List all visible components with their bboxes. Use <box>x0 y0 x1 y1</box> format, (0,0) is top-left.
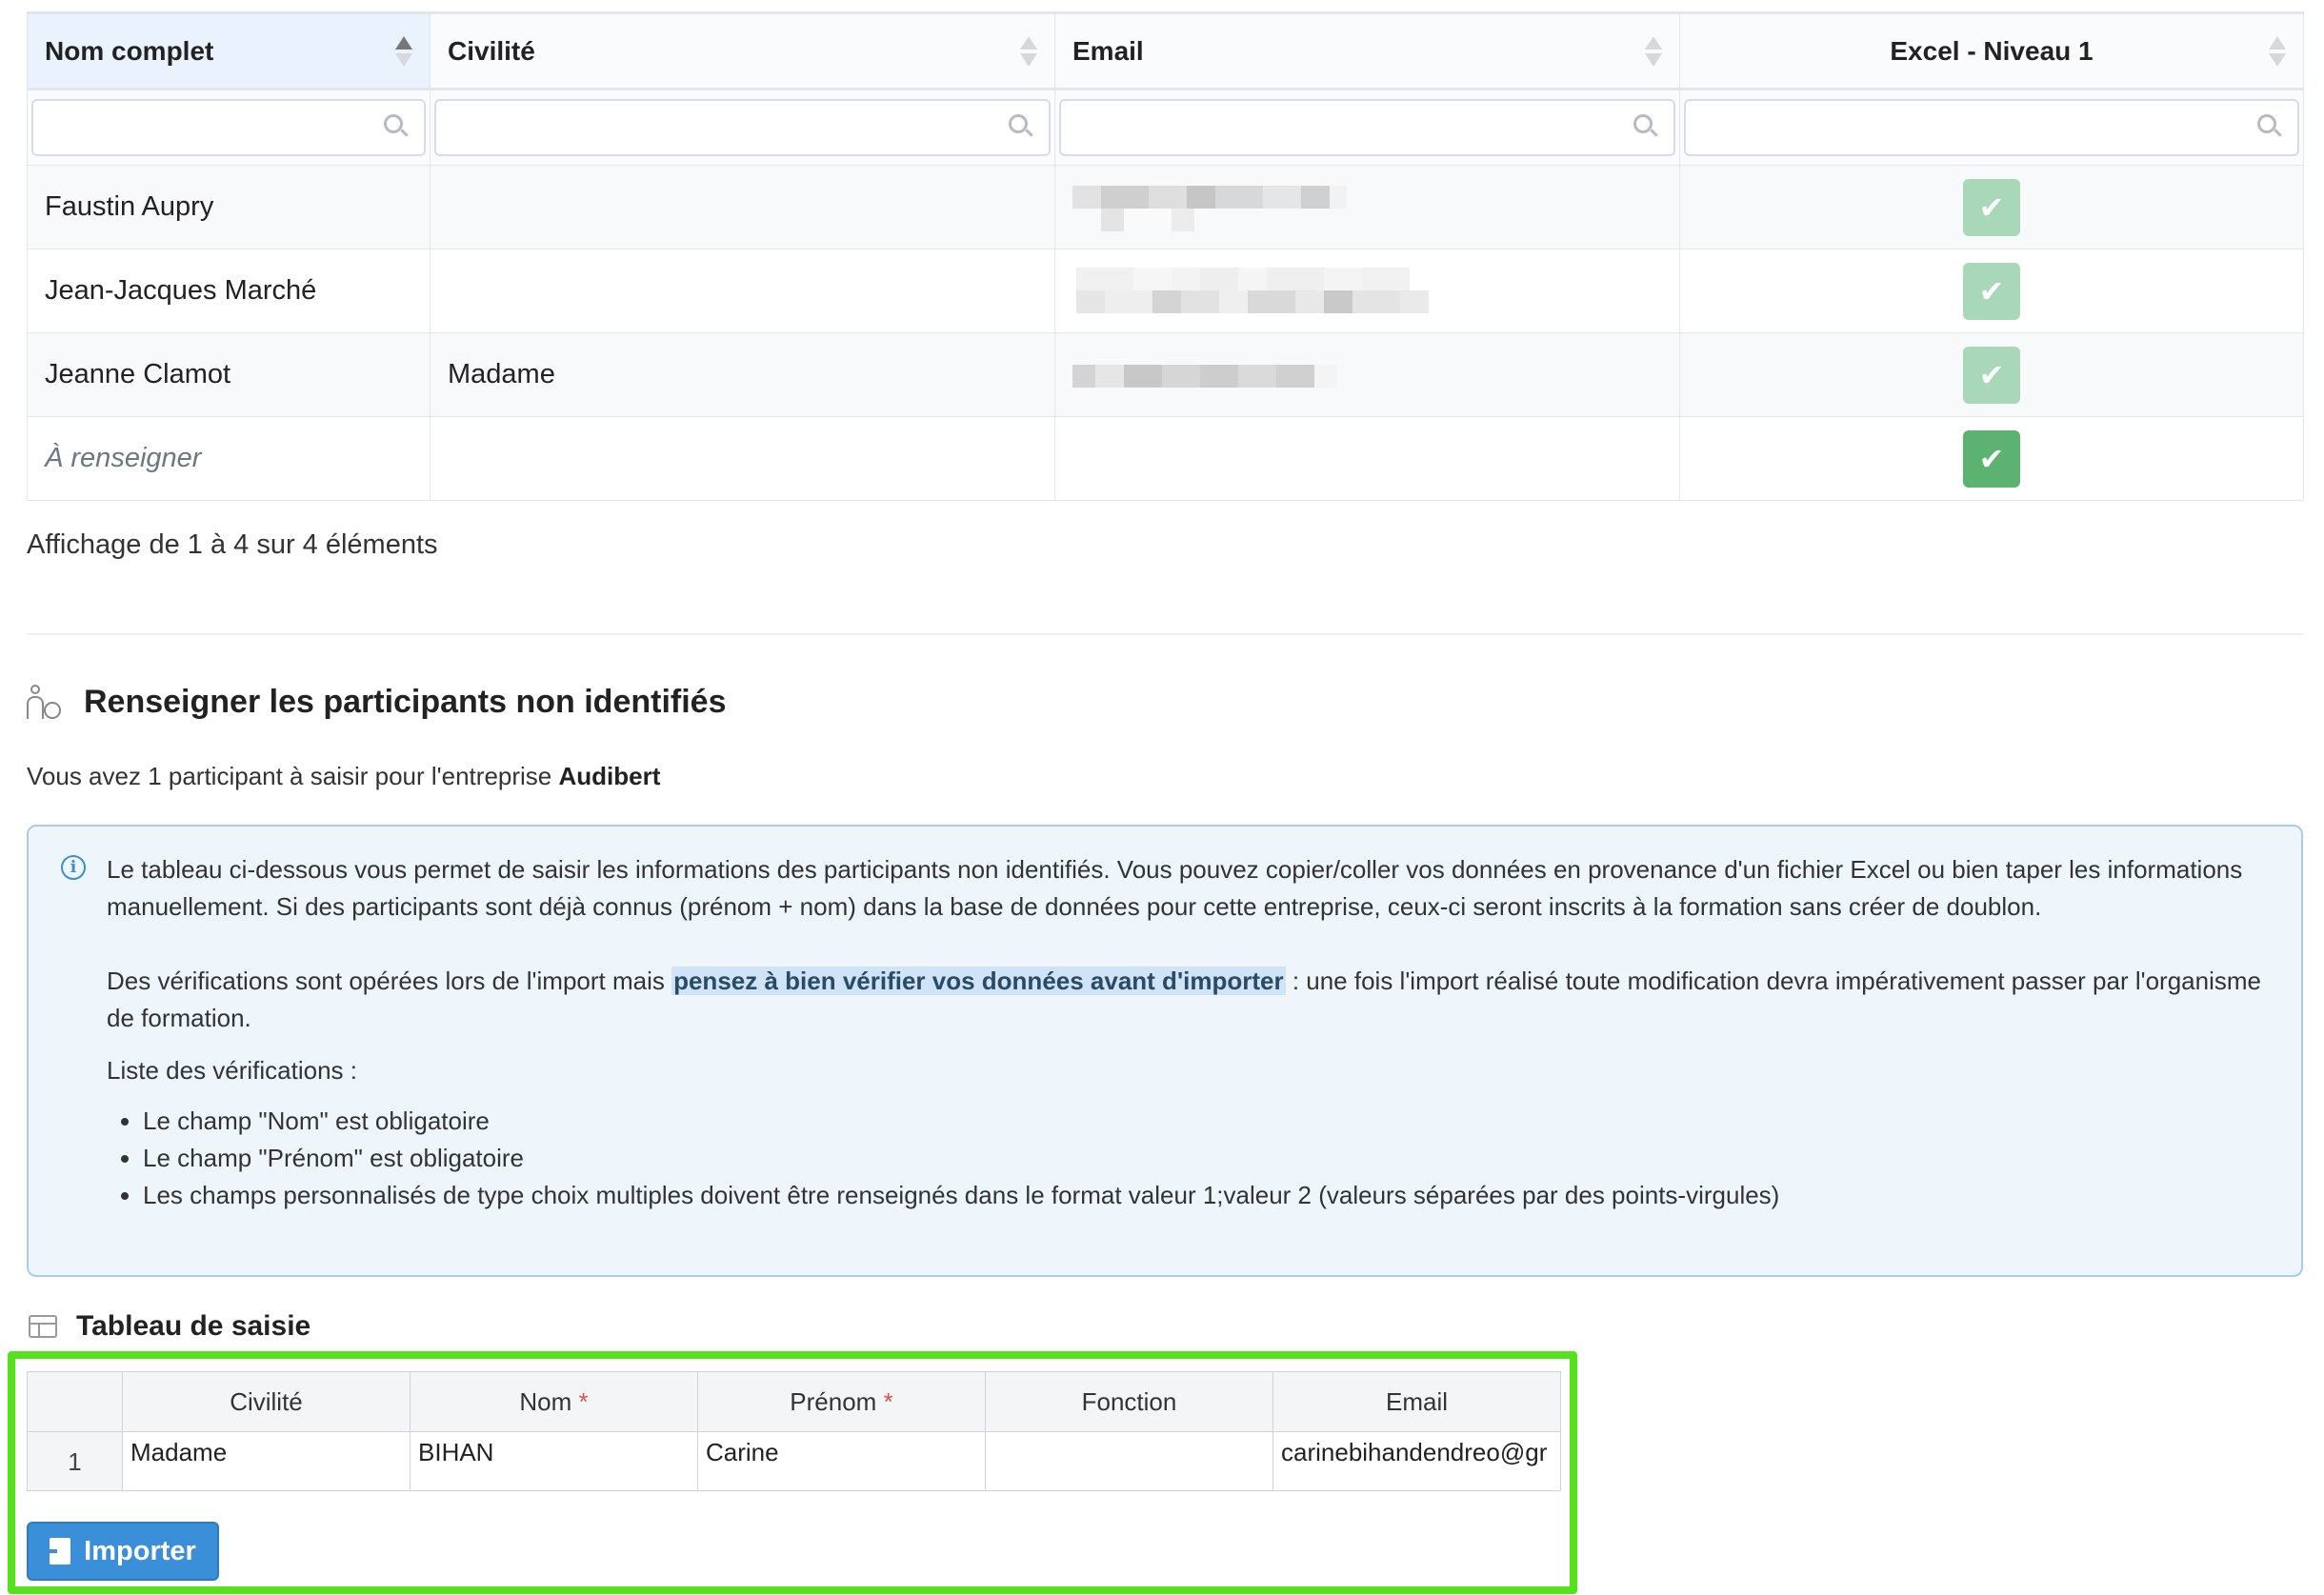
column-header-civility[interactable]: Civilité <box>122 1371 411 1432</box>
checkmark-icon: ✔ <box>1963 262 2020 320</box>
column-header-label: Email <box>1072 35 1144 66</box>
column-header-first-name[interactable]: Prénom * <box>697 1371 986 1432</box>
search-icon <box>384 114 409 139</box>
cell-email-blurred <box>1054 332 1680 417</box>
section-intro: Vous avez 1 participant à saisir pour l'… <box>27 762 660 791</box>
intro-text: Vous avez 1 participant à saisir pour l'… <box>27 762 559 790</box>
cell-full-name: Jeanne Clamot <box>27 332 431 417</box>
filter-input-full-name[interactable] <box>31 99 426 156</box>
import-button[interactable]: Importer <box>27 1522 219 1581</box>
column-header-label: Excel - Niveau 1 <box>1890 35 2094 66</box>
cell-full-name: Jean-Jacques Marché <box>27 249 431 333</box>
column-header-full-name[interactable]: Nom complet <box>27 11 431 90</box>
checks-list-title: Liste des vérifications : <box>107 1056 358 1085</box>
checkmark-icon: ✔ <box>1963 429 2020 488</box>
blurred-email <box>1072 267 1662 315</box>
table-summary: Affichage de 1 à 4 sur 4 éléments <box>27 529 438 560</box>
company-name: Audibert <box>558 762 661 790</box>
search-icon <box>1009 114 1033 139</box>
column-header-excel-level-1[interactable]: Excel - Niveau 1 <box>1679 11 2304 90</box>
header-label: Nom <box>519 1386 572 1416</box>
entry-spreadsheet[interactable]: Civilité Nom * Prénom * Fonction Email 1… <box>27 1371 1561 1491</box>
cell-civility <box>430 249 1055 333</box>
cell-civility <box>430 165 1055 249</box>
list-item: Les champs personnalisés de type choix m… <box>143 1177 2263 1214</box>
cell-civility: Madame <box>430 332 1055 417</box>
table-row[interactable]: Faustin Aupry ✔ <box>27 165 2304 249</box>
filter-input-civility[interactable] <box>434 99 1051 156</box>
row-number[interactable]: 1 <box>27 1431 123 1491</box>
blurred-email <box>1072 351 1662 399</box>
column-header-label: Nom complet <box>45 35 214 66</box>
header-label: Prénom <box>790 1386 877 1416</box>
cell-full-name: Faustin Aupry <box>27 165 431 249</box>
cell-email-blurred <box>1054 165 1680 249</box>
section-header: Renseigner les participants non identifi… <box>27 684 727 721</box>
spreadsheet-header-row: Civilité Nom * Prénom * Fonction Email <box>27 1371 1561 1432</box>
cell-email[interactable]: carinebihandendreo@gr <box>1272 1431 1561 1491</box>
table-row[interactable]: Jeanne Clamot Madame ✔ <box>27 332 2304 417</box>
sort-icon[interactable] <box>2269 34 2286 69</box>
column-header-last-name[interactable]: Nom * <box>410 1371 698 1432</box>
entry-table-title: Tableau de saisie <box>76 1310 311 1342</box>
cell-excel-level-1: ✔ <box>1679 332 2304 417</box>
entry-table-header: Tableau de saisie <box>29 1310 311 1343</box>
cell-function[interactable] <box>985 1431 1273 1491</box>
cell-excel-level-1: ✔ <box>1679 249 2304 333</box>
cell-first-name[interactable]: Carine <box>697 1431 986 1491</box>
checkmark-icon: ✔ <box>1963 178 2020 236</box>
table-icon <box>29 1315 57 1338</box>
checkmark-icon: ✔ <box>1963 346 2020 404</box>
search-icon <box>2257 114 2282 139</box>
filter-input-email[interactable] <box>1059 99 1675 156</box>
sort-icon[interactable] <box>1020 34 1037 69</box>
section-title: Renseigner les participants non identifi… <box>84 684 727 720</box>
file-import-icon <box>42 1538 71 1565</box>
table-row[interactable]: Jean-Jacques Marché ✔ <box>27 249 2304 333</box>
column-header-email[interactable]: Email <box>1272 1371 1561 1432</box>
import-button-label: Importer <box>84 1535 196 1566</box>
cell-civility <box>430 416 1055 501</box>
section-divider <box>27 633 2303 635</box>
header-label: Fonction <box>1081 1386 1177 1416</box>
column-header-email[interactable]: Email <box>1054 11 1680 90</box>
column-header-civility[interactable]: Civilité <box>430 11 1055 90</box>
header-label: Email <box>1385 1386 1448 1416</box>
corner-cell[interactable] <box>27 1371 123 1432</box>
cell-civility[interactable]: Madame <box>122 1431 411 1491</box>
cell-excel-level-1: ✔ <box>1679 416 2304 501</box>
sort-icon[interactable] <box>1645 34 1662 69</box>
header-row: Nom complet Civilité Email Excel - Nivea… <box>27 11 2304 90</box>
checks-list: Le champ "Nom" est obligatoire Le champ … <box>107 1103 2263 1214</box>
info-alert: i Le tableau ci-dessous vous permet de s… <box>27 825 2303 1277</box>
header-label: Civilité <box>230 1386 303 1416</box>
cell-last-name[interactable]: BIHAN <box>410 1431 698 1491</box>
filter-input-excel-level-1[interactable] <box>1684 99 2299 156</box>
cell-full-name: À renseigner <box>27 416 431 501</box>
cell-email-blurred <box>1054 249 1680 333</box>
column-header-function[interactable]: Fonction <box>985 1371 1273 1432</box>
highlighted-warning: pensez à bien vérifier vos données avant… <box>671 967 1286 995</box>
spreadsheet-row[interactable]: 1 Madame BIHAN Carine carinebihandendreo… <box>27 1431 1561 1491</box>
cell-excel-level-1: ✔ <box>1679 165 2304 249</box>
participants-table: Nom complet Civilité Email Excel - Nivea… <box>27 11 2304 501</box>
list-item: Le champ "Prénom" est obligatoire <box>143 1140 2263 1177</box>
info-paragraph: Le tableau ci-dessous vous permet de sai… <box>107 855 2243 921</box>
column-header-label: Civilité <box>448 35 535 66</box>
cell-email <box>1054 416 1680 501</box>
table-row[interactable]: À renseigner ✔ <box>27 416 2304 501</box>
info-icon: i <box>61 855 86 880</box>
info-paragraph-warning: Des vérifications sont opérées lors de l… <box>107 963 2263 1037</box>
filter-row <box>27 89 2304 166</box>
placeholder-to-fill: À renseigner <box>45 443 202 473</box>
blurred-email <box>1072 184 1662 231</box>
search-icon <box>1633 114 1658 139</box>
info-text: Des vérifications sont opérées lors de l… <box>107 967 672 995</box>
sort-ascending-icon[interactable] <box>395 34 412 69</box>
required-marker: * <box>578 1386 589 1416</box>
required-marker: * <box>883 1386 893 1416</box>
list-item: Le champ "Nom" est obligatoire <box>143 1103 2263 1140</box>
person-icon <box>27 684 63 721</box>
